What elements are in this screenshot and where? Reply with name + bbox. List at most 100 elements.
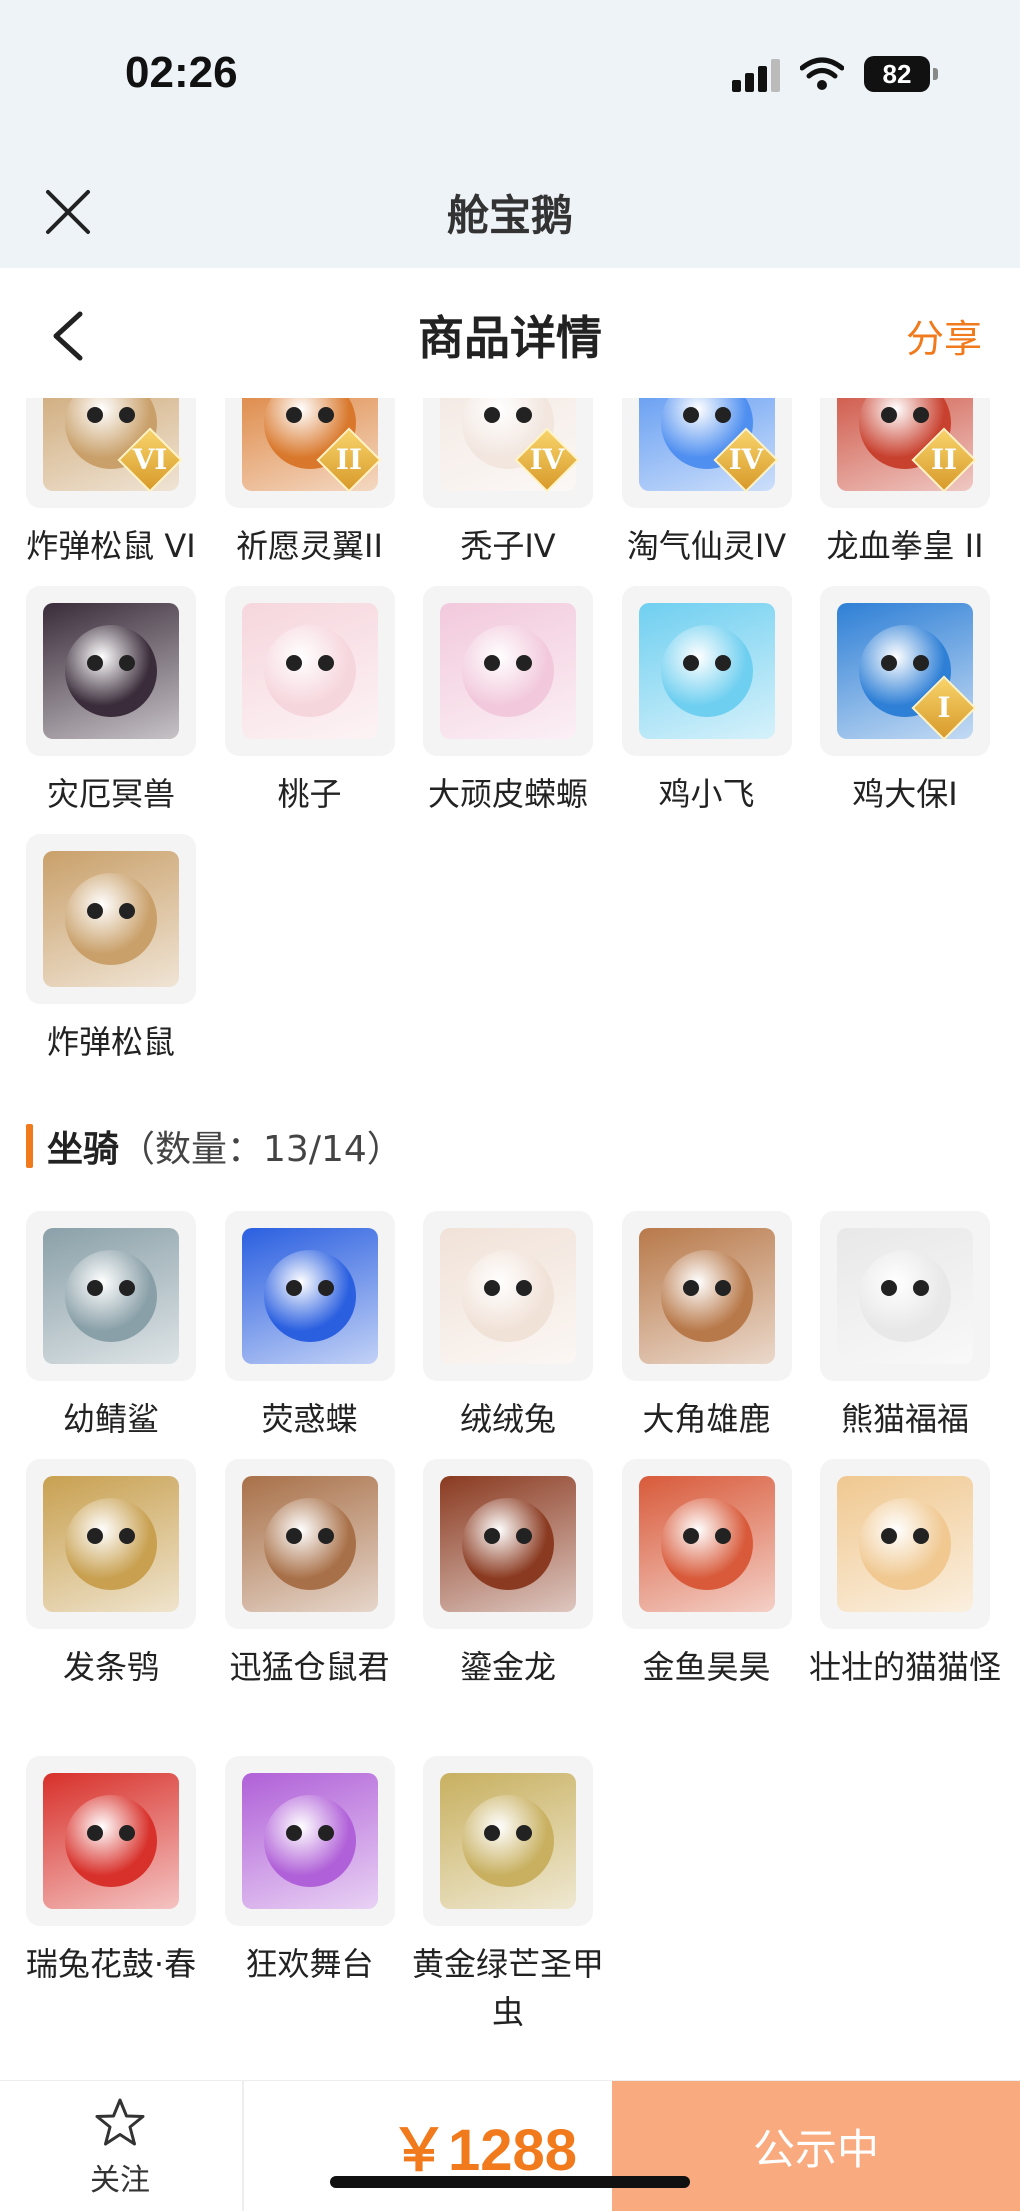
mounts-thumbnail	[224, 1756, 395, 1926]
skins-name: 淘气仙灵IV	[626, 527, 787, 565]
skins-image	[638, 603, 775, 739]
mounts-image	[241, 1476, 378, 1612]
skins-item[interactable]: 鸡小飞	[621, 586, 792, 818]
mounts-thumbnail	[820, 1211, 990, 1381]
mounts-image	[638, 1476, 775, 1612]
skins-image: IV	[440, 398, 580, 493]
mounts-item[interactable]: 大角雄鹿	[621, 1211, 792, 1443]
mounts-name: 迅猛仓鼠君	[229, 1648, 390, 1686]
skins-image: I	[837, 603, 977, 741]
mini-app-header: 舱宝鹅	[0, 150, 1020, 268]
mounts-image	[638, 1228, 775, 1364]
back-arrow-icon[interactable]	[48, 308, 88, 364]
skins-item[interactable]: II 祈愿灵翼II	[224, 398, 395, 570]
rank-label: IV	[529, 443, 565, 476]
skins-thumbnail: IV	[423, 398, 593, 508]
wifi-icon	[800, 57, 844, 90]
nav-bar: 商品详情 分享	[0, 268, 1020, 398]
skins-thumbnail	[224, 586, 395, 756]
skins-thumbnail: IV	[621, 398, 792, 508]
skins-thumbnail	[26, 586, 196, 756]
skins-name: 大顽皮蝾螈	[427, 775, 588, 813]
skins-thumbnail: VI	[26, 398, 196, 508]
mounts-item[interactable]: 狂欢舞台	[224, 1756, 395, 1988]
skins-name: 炸弹松鼠 VI	[26, 527, 196, 565]
home-indicator	[330, 2176, 690, 2188]
mounts-name: 金鱼昊昊	[642, 1648, 771, 1686]
mounts-thumbnail	[26, 1211, 196, 1381]
status-time: 02:26	[125, 48, 238, 97]
mounts-item[interactable]: 荧惑蝶	[224, 1211, 395, 1443]
mounts-name: 大角雄鹿	[642, 1400, 771, 1438]
skins-image	[43, 603, 179, 739]
mounts-section-header: 坐骑 （数量：13/14）	[26, 1120, 403, 1172]
mounts-thumbnail	[423, 1459, 593, 1629]
skins-image	[241, 603, 378, 739]
skins-item[interactable]: VI 炸弹松鼠 VI	[26, 398, 196, 570]
divider	[242, 2081, 244, 2211]
skins-thumbnail: II	[224, 398, 395, 508]
mounts-item[interactable]: 黄金绿芒圣甲虫	[412, 1756, 604, 2036]
skins-name: 桃子	[277, 775, 342, 813]
mounts-item[interactable]: 鎏金龙	[423, 1459, 593, 1691]
skins-image	[440, 603, 576, 739]
skins-item[interactable]: 炸弹松鼠	[26, 834, 196, 1066]
mounts-thumbnail	[621, 1459, 792, 1629]
mounts-thumbnail	[621, 1211, 792, 1381]
mounts-item[interactable]: 瑞兔花鼓·春	[26, 1756, 196, 1988]
mounts-name: 壮壮的猫猫怪	[808, 1648, 1001, 1686]
mounts-item[interactable]: 幼鲭鲨	[26, 1211, 196, 1443]
mounts-thumbnail	[26, 1756, 196, 1926]
mounts-thumbnail	[423, 1756, 593, 1926]
mounts-name: 绒绒兔	[459, 1400, 556, 1438]
rank-label: I	[937, 691, 951, 724]
status-button[interactable]: 公示中	[612, 2081, 1020, 2211]
skins-name: 鸡大保I	[852, 775, 958, 813]
skins-thumbnail: II	[820, 398, 990, 508]
section-accent-bar	[26, 1124, 33, 1168]
share-button[interactable]: 分享	[906, 308, 982, 363]
price: ￥1288	[390, 2118, 578, 2183]
battery-cap	[933, 68, 938, 80]
mounts-image	[241, 1228, 378, 1364]
battery-indicator: 82	[864, 56, 930, 92]
mounts-item[interactable]: 壮壮的猫猫怪	[809, 1459, 1001, 1691]
mounts-name: 狂欢舞台	[245, 1945, 374, 1983]
skins-item[interactable]: IV 淘气仙灵IV	[621, 398, 792, 570]
rank-label: IV	[728, 443, 763, 476]
mounts-item[interactable]: 绒绒兔	[423, 1211, 593, 1443]
follow-button[interactable]: 关注	[60, 2097, 180, 2199]
rank-label: VI	[132, 443, 168, 476]
skins-item[interactable]: 大顽皮蝾螈	[423, 586, 593, 818]
rank-label: II	[335, 443, 362, 476]
skins-item[interactable]: 灾厄冥兽	[26, 586, 196, 818]
skins-image: II	[837, 398, 977, 493]
follow-label: 关注	[90, 2163, 150, 2198]
section-title: 坐骑	[47, 1129, 120, 1170]
mounts-image	[43, 1228, 179, 1364]
skins-item[interactable]: I 鸡大保I	[820, 586, 990, 818]
mounts-thumbnail	[820, 1459, 990, 1629]
skins-item[interactable]: 桃子	[224, 586, 395, 818]
skins-thumbnail	[423, 586, 593, 756]
skins-image: IV	[638, 398, 779, 493]
skins-image	[43, 851, 179, 987]
mounts-image	[440, 1228, 576, 1364]
mounts-item[interactable]: 迅猛仓鼠君	[224, 1459, 395, 1691]
product-detail-content[interactable]: VI 炸弹松鼠 VI II 祈愿灵翼II IV 秃子IV IV 淘气仙灵IV II 龙血拳皇 II…	[0, 398, 1020, 2080]
mounts-item[interactable]: 金鱼昊昊	[621, 1459, 792, 1691]
mounts-item[interactable]: 熊猫福福	[820, 1211, 990, 1443]
mounts-item[interactable]: 发条鸮	[26, 1459, 196, 1691]
skins-name: 鸡小飞	[658, 775, 755, 813]
skins-image: VI	[43, 398, 183, 493]
skins-item[interactable]: II 龙血拳皇 II	[820, 398, 990, 570]
skins-item[interactable]: IV 秃子IV	[423, 398, 593, 570]
mounts-name: 发条鸮	[62, 1648, 159, 1686]
mini-app-title: 舱宝鹅	[446, 191, 573, 240]
skins-image: II	[241, 398, 382, 493]
skins-name: 秃子IV	[460, 527, 556, 565]
status-bar: 02:26 82	[0, 0, 1020, 150]
skins-thumbnail	[26, 834, 196, 1004]
mounts-thumbnail	[423, 1211, 593, 1381]
mounts-name: 鎏金龙	[459, 1648, 556, 1686]
